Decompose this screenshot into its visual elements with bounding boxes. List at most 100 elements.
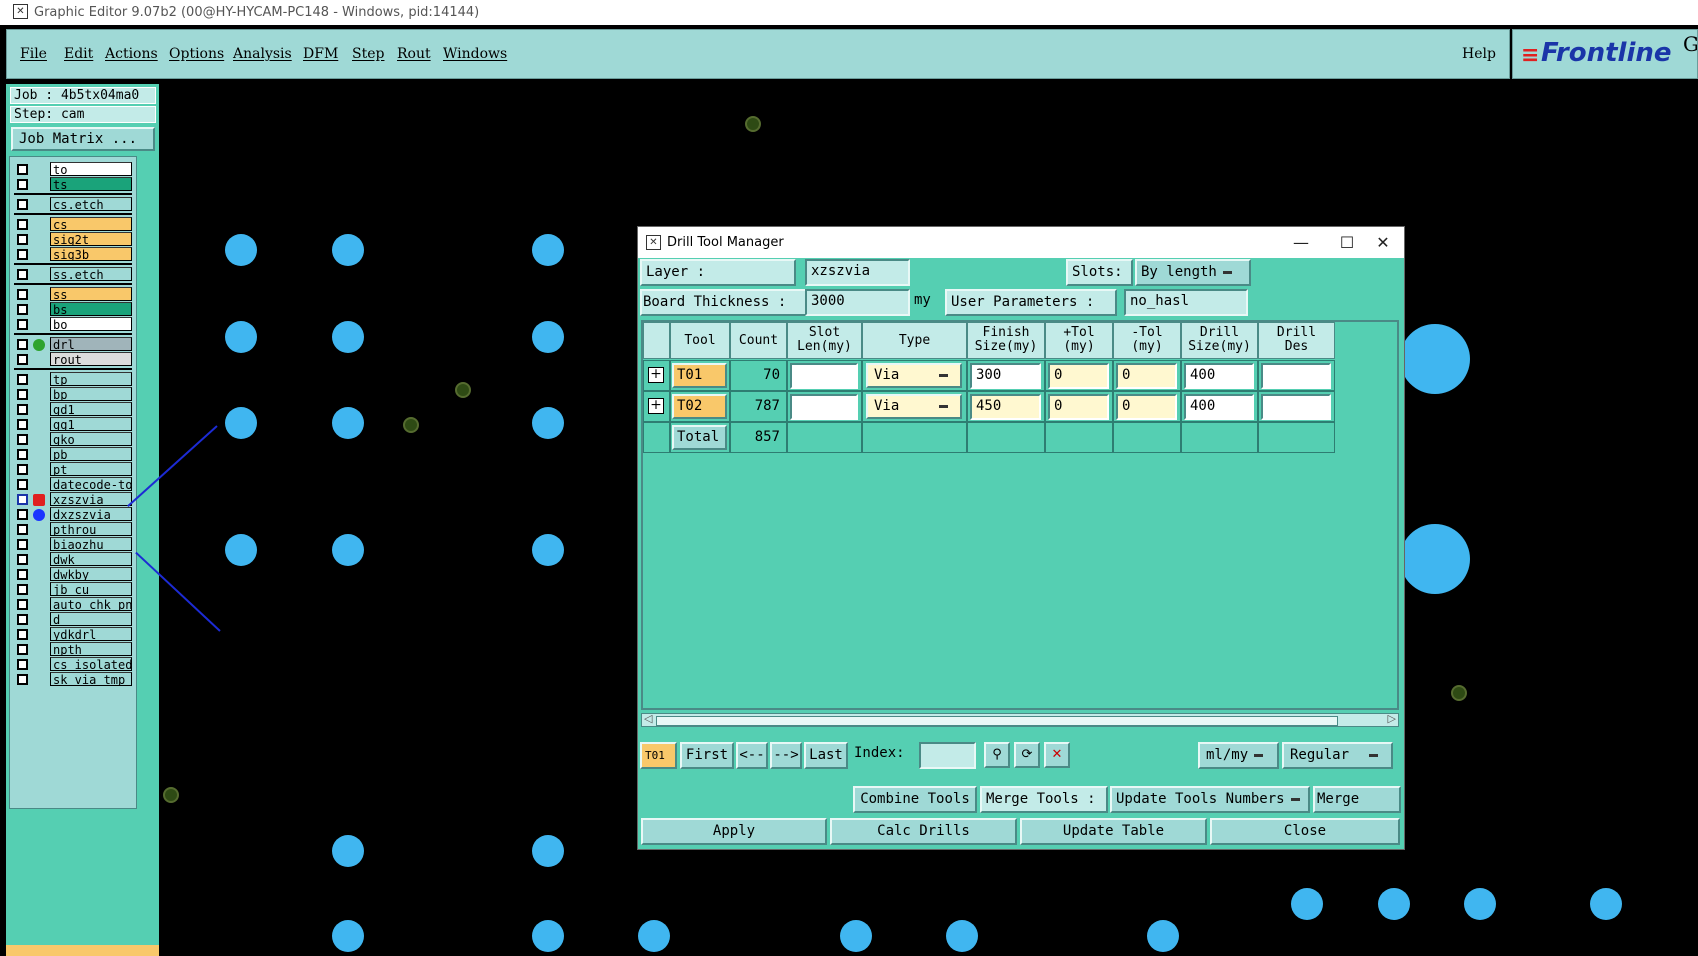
next-button[interactable]: --> [770, 742, 802, 769]
layer-checkbox[interactable] [17, 434, 28, 445]
layer-row[interactable]: sk_via_tmp [14, 672, 132, 687]
layer-checkbox[interactable] [17, 614, 28, 625]
layer-row[interactable]: auto_chk_pn [14, 597, 132, 612]
layer-row[interactable]: datecode-to [14, 477, 132, 492]
layer-name[interactable]: jb_cu [50, 582, 132, 596]
layer-name[interactable]: sig2t [50, 232, 132, 246]
layer-checkbox[interactable] [17, 234, 28, 245]
layer-checkbox[interactable] [17, 199, 28, 210]
layer-name[interactable]: xzszvia [50, 492, 132, 506]
minus-tol-input[interactable]: 0 [1116, 394, 1177, 420]
layer-name[interactable]: drl [50, 337, 132, 351]
layer-name[interactable]: pt [50, 462, 132, 476]
layer-name[interactable]: gd1 [50, 402, 132, 416]
layer-row[interactable]: d [14, 612, 132, 627]
scroll-right-icon[interactable]: ▷ [1388, 712, 1396, 725]
layer-checkbox[interactable] [17, 269, 28, 280]
layer-row[interactable]: tp [14, 372, 132, 387]
layer-row[interactable]: pthrou [14, 522, 132, 537]
layer-row[interactable]: to [14, 162, 132, 177]
tool-button[interactable]: T01 [672, 363, 727, 388]
finish-size-input[interactable]: 300 [970, 363, 1041, 389]
layer-name[interactable]: sk_via_tmp [50, 672, 132, 686]
type-dropdown[interactable]: Via [866, 363, 962, 388]
layer-checkbox[interactable] [17, 494, 28, 505]
layer-checkbox[interactable] [17, 374, 28, 385]
layer-row[interactable]: dxzszvia [14, 507, 132, 522]
layer-checkbox[interactable] [17, 539, 28, 550]
menu-options[interactable]: Options [169, 46, 224, 62]
layer-row[interactable]: npth [14, 642, 132, 657]
layer-row[interactable]: ts [14, 177, 132, 192]
layer-row[interactable]: gko [14, 432, 132, 447]
layer-name[interactable]: bp [50, 387, 132, 401]
layer-checkbox[interactable] [17, 289, 28, 300]
layer-name[interactable]: dwk [50, 552, 132, 566]
layer-checkbox[interactable] [17, 249, 28, 260]
layer-checkbox[interactable] [17, 179, 28, 190]
layer-row[interactable]: ss [14, 287, 132, 302]
layer-row[interactable]: sig2t [14, 232, 132, 247]
layer-checkbox[interactable] [17, 524, 28, 535]
menu-dfm[interactable]: DFM [303, 46, 338, 62]
drill-des-input[interactable] [1261, 363, 1331, 389]
refresh-icon[interactable]: ⟳ [1014, 742, 1040, 768]
close-icon[interactable]: ✕ [1360, 227, 1406, 258]
layer-checkbox[interactable] [17, 479, 28, 490]
layer-name[interactable]: d [50, 612, 132, 626]
layer-checkbox[interactable] [17, 629, 28, 640]
layer-row[interactable]: pt [14, 462, 132, 477]
combine-tools-button[interactable]: Combine Tools [853, 786, 977, 813]
layer-checkbox[interactable] [17, 584, 28, 595]
layer-checkbox[interactable] [17, 509, 28, 520]
layer-name[interactable]: ydkdrl [50, 627, 132, 641]
menu-edit[interactable]: Edit [64, 46, 93, 62]
layer-row[interactable]: bp [14, 387, 132, 402]
merge-button[interactable]: Merge [1313, 786, 1401, 813]
index-field[interactable] [919, 742, 976, 769]
minimize-icon[interactable]: — [1278, 227, 1324, 258]
tool-button[interactable]: T02 [672, 394, 727, 419]
mode-dropdown[interactable]: Regular [1282, 742, 1393, 769]
layer-checkbox[interactable] [17, 449, 28, 460]
layer-row[interactable]: bs [14, 302, 132, 317]
layer-name[interactable]: cs_isolated [50, 657, 132, 671]
menu-windows[interactable]: Windows [443, 46, 507, 62]
drill-size-input[interactable]: 400 [1184, 394, 1254, 420]
layer-checkbox[interactable] [17, 319, 28, 330]
layer-checkbox[interactable] [17, 599, 28, 610]
calc-drills-button[interactable]: Calc Drills [830, 818, 1017, 845]
layer-row[interactable]: sig3b [14, 247, 132, 262]
layer-checkbox[interactable] [17, 554, 28, 565]
scroll-left-icon[interactable]: ◁ [644, 712, 652, 725]
zoom-icon[interactable]: ⚲ [984, 742, 1010, 768]
plus-tol-input[interactable]: 0 [1048, 363, 1109, 389]
layer-name[interactable]: bo [50, 317, 132, 331]
expand-icon[interactable]: + [648, 398, 664, 414]
last-button[interactable]: Last [804, 742, 848, 769]
layer-row[interactable]: xzszvia [14, 492, 132, 507]
layer-checkbox[interactable] [17, 644, 28, 655]
layer-row[interactable]: drl [14, 337, 132, 352]
layer-checkbox[interactable] [17, 569, 28, 580]
layer-name[interactable]: cs [50, 217, 132, 231]
slot-len-input[interactable] [790, 394, 858, 420]
layer-name[interactable]: sig3b [50, 247, 132, 261]
layer-row[interactable]: dwkby [14, 567, 132, 582]
finish-size-input[interactable]: 450 [970, 394, 1041, 420]
update-table-button[interactable]: Update Table [1020, 818, 1207, 845]
drill-des-input[interactable] [1261, 394, 1331, 420]
apply-button[interactable]: Apply [641, 818, 827, 845]
user-parameters-field[interactable]: no_hasl [1124, 289, 1248, 316]
prev-button[interactable]: <-- [736, 742, 768, 769]
layer-row[interactable]: ss.etch [14, 267, 132, 282]
layer-checkbox[interactable] [17, 339, 28, 350]
update-tools-numbers-dropdown[interactable]: Update Tools Numbers [1110, 786, 1310, 813]
expand-icon[interactable]: + [648, 367, 664, 383]
layer-row[interactable]: pb [14, 447, 132, 462]
scroll-thumb[interactable] [656, 716, 1338, 726]
layer-checkbox[interactable] [17, 389, 28, 400]
layer-name[interactable]: npth [50, 642, 132, 656]
layer-checkbox[interactable] [17, 674, 28, 685]
layer-name[interactable]: pthrou [50, 522, 132, 536]
